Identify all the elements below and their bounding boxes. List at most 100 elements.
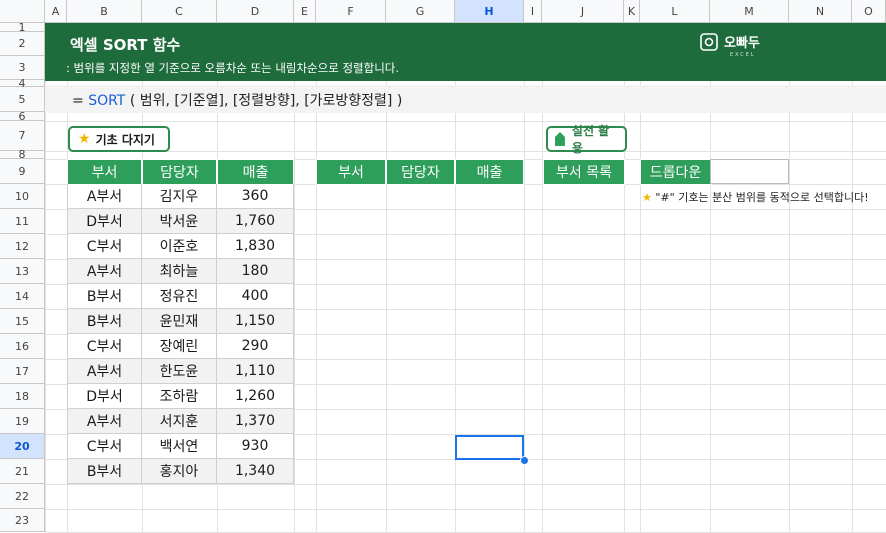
row-header-20[interactable]: 20 — [0, 434, 45, 459]
source-cell[interactable]: B부서 — [67, 459, 142, 484]
source-cell[interactable]: 1,260 — [217, 384, 294, 409]
row-header-13[interactable]: 13 — [0, 259, 45, 284]
column-header-O[interactable]: O — [852, 0, 886, 23]
source-cell[interactable]: 180 — [217, 259, 294, 284]
source-cell[interactable]: B부서 — [67, 309, 142, 334]
formula-args: ( 범위, [기준열], [정렬방향], [가로방향정렬] ) — [129, 93, 403, 109]
banner-title: 엑셀 SORT 함수 — [70, 36, 181, 54]
source-cell[interactable]: 1,760 — [217, 209, 294, 234]
grid-line — [45, 484, 886, 485]
column-header-J[interactable]: J — [542, 0, 624, 23]
row-header-8[interactable]: 8 — [0, 148, 45, 161]
grid-line — [45, 509, 886, 510]
active-cell-h20[interactable] — [455, 435, 524, 460]
source-cell[interactable]: D부서 — [67, 384, 142, 409]
column-header-E[interactable]: E — [294, 0, 316, 23]
source-cell[interactable]: 홍지아 — [142, 459, 217, 484]
row-header-22[interactable]: 22 — [0, 484, 45, 509]
practice-button-label: 실전 활용 — [571, 124, 610, 155]
source-cell[interactable]: 1,340 — [217, 459, 294, 484]
source-cell[interactable]: 1,110 — [217, 359, 294, 384]
basic-button-label: 기초 다지기 — [95, 132, 155, 147]
row-header-17[interactable]: 17 — [0, 359, 45, 384]
column-header-C[interactable]: C — [142, 0, 217, 23]
formula-prefix: = — [72, 93, 84, 109]
practice-button[interactable]: 실전 활용 — [546, 124, 627, 155]
column-header-H[interactable]: H — [455, 0, 524, 23]
row-header-12[interactable]: 12 — [0, 234, 45, 259]
row-header-19[interactable]: 19 — [0, 409, 45, 434]
source-cell[interactable]: C부서 — [67, 234, 142, 259]
source-cell[interactable]: 이준호 — [142, 234, 217, 259]
basic-button[interactable]: ★ 기초 다지기 — [68, 126, 170, 152]
source-cell[interactable]: 1,150 — [217, 309, 294, 334]
source-cell[interactable]: A부서 — [67, 359, 142, 384]
column-header-F[interactable]: F — [316, 0, 386, 23]
source-cell[interactable]: 윤민재 — [142, 309, 217, 334]
source-cell[interactable]: 400 — [217, 284, 294, 309]
formula-syntax: = SORT ( 범위, [기준열], [정렬방향], [가로방향정렬] ) — [72, 90, 402, 110]
row-header-21[interactable]: 21 — [0, 459, 45, 484]
row-header-15[interactable]: 15 — [0, 309, 45, 334]
row-header-7[interactable]: 7 — [0, 121, 45, 151]
column-header-G[interactable]: G — [386, 0, 455, 23]
row-header-10[interactable]: 10 — [0, 184, 45, 209]
row-header-1[interactable]: 1 — [0, 21, 45, 34]
column-header-N[interactable]: N — [789, 0, 852, 23]
row-header-5[interactable]: 5 — [0, 87, 45, 112]
source-cell[interactable]: 서지훈 — [142, 409, 217, 434]
source-cell[interactable]: 360 — [217, 184, 294, 209]
source-cell[interactable]: A부서 — [67, 409, 142, 434]
row-header-9[interactable]: 9 — [0, 159, 45, 184]
hint-note: ★ "#" 기호는 분산 범위를 동적으로 선택합니다! — [642, 189, 869, 205]
source-cell[interactable]: 박서윤 — [142, 209, 217, 234]
oppadu-logo: 오빠두 — [700, 32, 760, 51]
star-icon: ★ — [642, 191, 652, 204]
row-header-18[interactable]: 18 — [0, 384, 45, 409]
grid-line — [45, 121, 886, 122]
source-cell[interactable]: 백서연 — [142, 434, 217, 459]
source-cell[interactable]: 1,370 — [217, 409, 294, 434]
logo-subtext: EXCEL — [730, 52, 756, 58]
row-header-4[interactable]: 4 — [0, 77, 45, 90]
column-header-D[interactable]: D — [217, 0, 294, 23]
column-header-A[interactable]: A — [45, 0, 67, 23]
star-icon: ★ — [78, 131, 91, 147]
source-cell[interactable]: 1,830 — [217, 234, 294, 259]
source-cell[interactable]: 한도윤 — [142, 359, 217, 384]
column-header-K[interactable]: K — [624, 0, 640, 23]
row-header-16[interactable]: 16 — [0, 334, 45, 359]
column-header-L[interactable]: L — [640, 0, 710, 23]
source-cell[interactable]: D부서 — [67, 209, 142, 234]
result-header: 담당자 — [386, 159, 455, 185]
column-header-M[interactable]: M — [710, 0, 789, 23]
source-cell[interactable]: 조하람 — [142, 384, 217, 409]
row-header-14[interactable]: 14 — [0, 284, 45, 309]
source-header: 담당자 — [142, 159, 217, 185]
source-cell[interactable]: A부서 — [67, 259, 142, 284]
source-cell[interactable]: 장예린 — [142, 334, 217, 359]
source-cell[interactable]: B부서 — [67, 284, 142, 309]
result-header: 부서 — [316, 159, 386, 185]
level-up-icon — [554, 132, 565, 146]
source-cell[interactable]: C부서 — [67, 334, 142, 359]
dropdown-select[interactable] — [710, 159, 789, 184]
source-cell[interactable]: C부서 — [67, 434, 142, 459]
column-header-I[interactable]: I — [524, 0, 542, 23]
dept-list-header: 부서 목록 — [543, 159, 625, 185]
logo-icon — [700, 32, 718, 51]
source-cell[interactable]: 최하늘 — [142, 259, 217, 284]
row-header-11[interactable]: 11 — [0, 209, 45, 234]
source-cell[interactable]: 290 — [217, 334, 294, 359]
grid-line — [45, 151, 886, 152]
source-cell[interactable]: 정유진 — [142, 284, 217, 309]
row-header-23[interactable]: 23 — [0, 509, 45, 532]
row-header-2[interactable]: 2 — [0, 32, 45, 56]
result-header: 매출 — [455, 159, 524, 185]
row-header-6[interactable]: 6 — [0, 110, 45, 123]
source-cell[interactable]: A부서 — [67, 184, 142, 209]
fill-handle[interactable] — [520, 456, 529, 465]
source-cell[interactable]: 김지우 — [142, 184, 217, 209]
source-cell[interactable]: 930 — [217, 434, 294, 459]
column-header-B[interactable]: B — [67, 0, 142, 23]
